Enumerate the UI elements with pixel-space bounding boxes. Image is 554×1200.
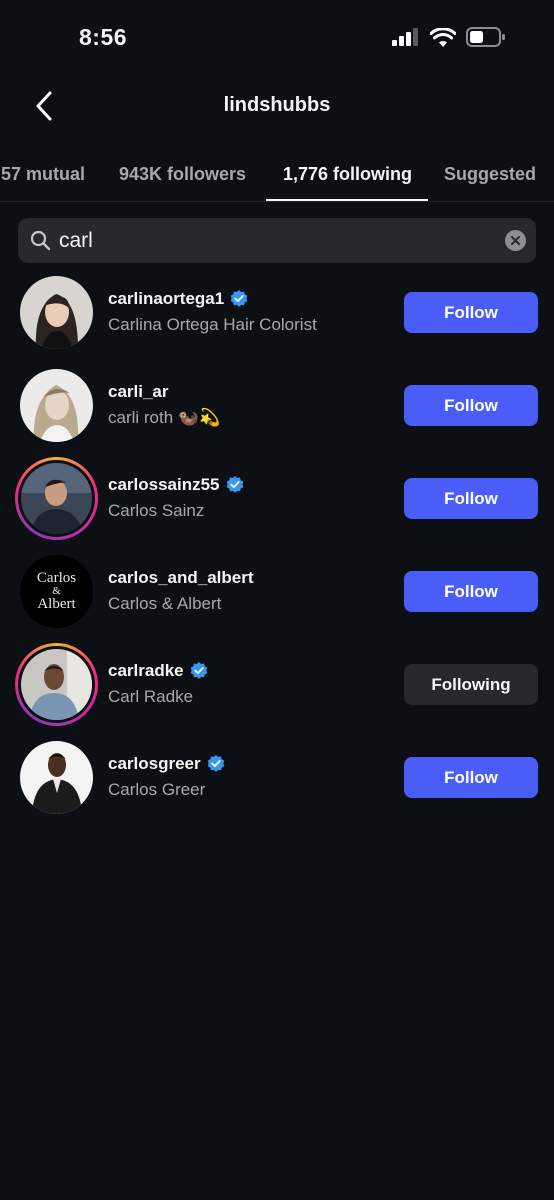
username: carli_ar [108,382,169,401]
search-icon [30,230,51,251]
tab-followers[interactable]: 943K followers [119,164,246,185]
avatar-logo-text: Albert [37,596,76,612]
verified-badge-icon [226,476,243,493]
clear-search-button[interactable] [505,230,526,251]
tab-bar: 57 mutual 943K followers 1,776 following… [0,148,554,202]
tab-mutual[interactable]: 57 mutual [1,164,85,185]
tab-suggested[interactable]: Suggested [444,164,536,185]
wifi-icon [430,27,456,47]
battery-icon [466,27,505,47]
avatar[interactable] [20,741,93,814]
username-row: carlossainz55 [108,475,244,495]
status-icons [392,27,506,47]
follow-button[interactable]: Follow [404,571,538,612]
full-name: Carlina Ortega Hair Colorist [108,315,317,334]
username: carlossainz55 [108,475,220,494]
account-list: carlinaortega1 Carlina Ortega Hair Color… [0,271,554,829]
search-bar[interactable]: carl [18,218,536,263]
username: carlradke [108,661,184,680]
avatar[interactable] [15,457,98,540]
verified-badge-icon [230,290,248,307]
list-item[interactable]: carlosgreer Carlos Greer Follow [0,736,554,829]
username: carlos_and_albert [108,568,254,587]
username-row: carlos_and_albert [108,568,254,588]
avatar-logo-text: Carlos [36,570,77,586]
page-title: lindshubbs [223,94,331,116]
verified-badge-icon [190,662,207,679]
navigation-header: lindshubbs [0,80,554,132]
following-button[interactable]: Following [404,664,538,705]
full-name: carli roth 🦦💫 [108,408,221,427]
list-item[interactable]: carli_ar carli roth 🦦💫 Follow [0,364,554,457]
username-row: carli_ar [108,382,220,402]
list-item[interactable]: Carlos & Albert carlos_and_albert Carlos… [0,550,554,643]
avatar[interactable]: Carlos & Albert [20,555,93,628]
full-name: Carl Radke [108,687,194,706]
status-time: 8:56 [79,24,128,50]
close-icon [511,236,520,245]
search-input[interactable]: carl [59,229,93,253]
list-item[interactable]: carlradke Carl Radke Following [0,643,554,736]
full-name: Carlos & Albert [108,594,222,613]
tab-following[interactable]: 1,776 following [283,164,412,185]
username-row: carlinaortega1 [108,289,317,309]
username-row: carlosgreer [108,754,225,774]
cellular-signal-icon [392,28,418,46]
avatar[interactable] [15,643,98,726]
follow-button[interactable]: Follow [404,385,538,426]
list-item[interactable]: carlossainz55 Carlos Sainz Follow [0,457,554,550]
follow-button[interactable]: Follow [404,757,538,798]
username-row: carlradke [108,661,208,681]
verified-badge-icon [207,755,224,772]
follow-button[interactable]: Follow [404,292,538,333]
status-bar: 8:56 [0,0,554,72]
active-tab-indicator [266,199,428,201]
follow-button[interactable]: Follow [404,478,538,519]
username: carlinaortega1 [108,289,225,308]
avatar[interactable] [20,276,93,349]
list-item[interactable]: carlinaortega1 Carlina Ortega Hair Color… [0,271,554,364]
username: carlosgreer [108,754,201,773]
full-name: Carlos Greer [108,780,206,799]
avatar[interactable] [20,369,93,442]
full-name: Carlos Sainz [108,501,205,520]
